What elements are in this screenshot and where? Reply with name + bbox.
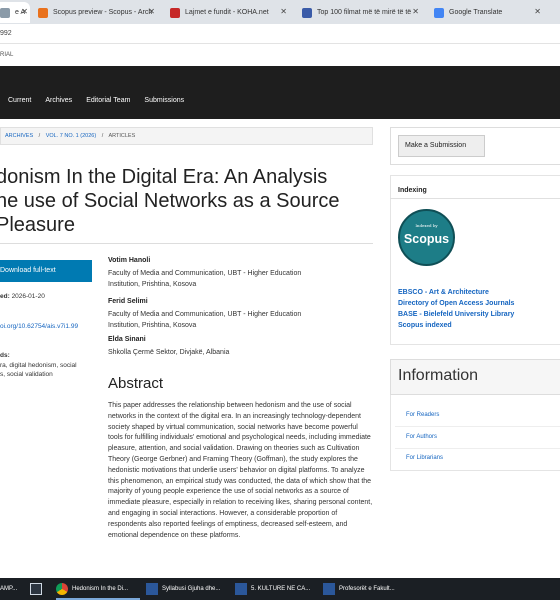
nav-current[interactable]: Current	[8, 97, 31, 104]
primary-nav: Current Archives Editorial Team Submissi…	[8, 97, 198, 104]
affiliation-line: Institution, Prishtina, Kosova	[108, 322, 197, 329]
ojs-icon	[0, 7, 10, 18]
published-date: 2026-01-20	[11, 293, 45, 300]
tab-scopus[interactable]: Scopus preview - Scopus - Arch ✕	[32, 2, 160, 23]
scopus-badge[interactable]: Indexed by Scopus	[398, 209, 455, 266]
word-icon	[323, 583, 335, 595]
breadcrumb: ARCHIVES / VOL. 7 NO. 1 (2026) / ARTICLE…	[0, 127, 373, 145]
imdb-icon	[302, 7, 312, 18]
author-affiliation: Faculty of Media and Communication, UBT …	[108, 268, 368, 290]
info-link-librarians[interactable]: For Librarians	[406, 455, 443, 461]
breadcrumb-separator: /	[38, 133, 41, 139]
tab-translate[interactable]: Google Translate ✕	[428, 2, 546, 23]
breadcrumb-issue[interactable]: VOL. 7 NO. 1 (2026)	[46, 133, 96, 139]
taskbar: AMP... Hedonism In the Di... Syllabusi G…	[0, 578, 560, 600]
taskbar-item-word[interactable]: 5. KULTURE NE CA...	[235, 578, 310, 600]
abstract-heading: Abstract	[108, 375, 164, 392]
title-line: Pleasure	[0, 214, 75, 236]
close-icon[interactable]: ✕	[21, 7, 28, 16]
site-label: RIAL	[0, 52, 14, 58]
taskbar-item[interactable]: AMP...	[0, 578, 17, 600]
information-title: Information	[398, 367, 479, 384]
abstract-text: This paper addresses the relationship be…	[108, 402, 373, 539]
scopus-icon	[38, 7, 48, 18]
index-link-base[interactable]: BASE - Bielefeld University Library	[398, 311, 514, 318]
author-name: Votim Hanoli	[108, 257, 151, 264]
address-text: 992	[0, 30, 12, 37]
tab-koha[interactable]: Lajmet e fundit - KOHA.net ✕	[164, 2, 292, 23]
divider	[390, 198, 560, 199]
breadcrumb-separator: /	[101, 133, 104, 139]
taskbar-label: AMP...	[0, 586, 18, 592]
nav-archives[interactable]: Archives	[45, 97, 72, 104]
author-name: Elda Sinani	[108, 336, 146, 343]
breadcrumb-archives[interactable]: ARCHIVES	[5, 133, 33, 139]
submission-label: Make a Submission	[405, 142, 467, 149]
tab-current[interactable]: e A ✕	[0, 2, 30, 23]
tab-title: Google Translate	[449, 9, 503, 16]
info-link-authors[interactable]: For Authors	[406, 434, 437, 440]
tab-title: Scopus preview - Scopus - Arch	[53, 9, 153, 16]
affiliation-line: Faculty of Media and Communication, UBT …	[108, 270, 302, 277]
index-link-ebsco[interactable]: EBSCO - Art & Architecture	[398, 289, 489, 296]
taskbar-label: Syllabusi Gjuha dhe...	[162, 586, 221, 592]
nav-submissions[interactable]: Submissions	[144, 97, 184, 104]
affiliation-line: Shkolla Çermë Sektor, Divjakë, Albania	[108, 349, 230, 356]
close-icon[interactable]: ✕	[148, 7, 155, 16]
title-line: donism In the Digital Era: An Analysis	[0, 166, 328, 188]
download-label: Download full-text	[0, 267, 56, 274]
taskbar-item-word[interactable]: Profesorët e Fakult...	[323, 578, 395, 600]
affiliation-line: Institution, Prishtina, Kosova	[108, 281, 197, 288]
published-label: ed:	[0, 293, 10, 300]
author-affiliation: Shkolla Çermë Sektor, Divjakë, Albania	[108, 347, 368, 358]
taskbar-item[interactable]	[30, 578, 46, 600]
keywords-line: ra, digital hedonism, social	[0, 361, 77, 369]
taskbar-item-chrome[interactable]: Hedonism In the Di...	[56, 578, 128, 600]
affiliation-line: Faculty of Media and Communication, UBT …	[108, 311, 302, 318]
taskbar-label: Profesorët e Fakult...	[339, 586, 395, 592]
author-name: Ferid Selimi	[108, 298, 148, 305]
taskbar-item-word[interactable]: Syllabusi Gjuha dhe...	[146, 578, 220, 600]
site-navbar	[0, 66, 560, 119]
index-link-scopus[interactable]: Scopus indexed	[398, 322, 452, 329]
download-full-text-button[interactable]: Download full-text	[0, 260, 92, 282]
info-link-readers[interactable]: For Readers	[406, 412, 439, 418]
divider	[395, 448, 560, 449]
close-icon[interactable]: ✕	[412, 7, 419, 16]
author-affiliation: Faculty of Media and Communication, UBT …	[108, 309, 368, 331]
taskbar-label: Hedonism In the Di...	[72, 586, 129, 592]
nav-editorial-team[interactable]: Editorial Team	[86, 97, 130, 104]
make-submission-button[interactable]: Make a Submission	[398, 135, 485, 157]
chrome-icon	[56, 583, 68, 595]
article-title: donism In the Digital Era: An Analysis h…	[0, 165, 376, 237]
keywords-line: s, social validation	[0, 371, 53, 378]
scopus-badge-text: Scopus	[403, 232, 450, 246]
published-row: ed: 2026-01-20	[0, 293, 45, 300]
tab-imdb[interactable]: Top 100 filmat më të mirë të të ✕	[296, 2, 424, 23]
scopus-badge-caption: Indexed by	[415, 223, 438, 228]
word-icon	[235, 583, 247, 595]
calendar-icon	[30, 583, 42, 595]
word-icon	[146, 583, 158, 595]
indexing-title: Indexing	[398, 187, 427, 194]
close-icon[interactable]: ✕	[534, 7, 541, 16]
index-link-doaj[interactable]: Directory of Open Access Journals	[398, 300, 514, 307]
browser-tab-bar: e A ✕ Scopus preview - Scopus - Arch ✕ L…	[0, 0, 560, 24]
doi-link[interactable]: oi.org/10.62754/ais.v7i1.99	[0, 323, 78, 330]
breadcrumb-articles: ARTICLES	[108, 133, 136, 139]
address-bar[interactable]: 992	[0, 24, 560, 44]
taskbar-label: 5. KULTURE NE CA...	[251, 586, 311, 592]
koha-icon	[170, 7, 180, 18]
divider	[395, 426, 560, 427]
title-line: he use of Social Networks as a Source	[0, 190, 340, 212]
tab-title: Top 100 filmat më të mirë të të	[317, 9, 412, 16]
close-icon[interactable]: ✕	[280, 7, 287, 16]
divider	[0, 243, 373, 244]
keywords-label: ds:	[0, 352, 10, 359]
tab-title: Lajmet e fundit - KOHA.net	[185, 9, 269, 16]
translate-icon	[434, 7, 444, 18]
site-header-strip: RIAL	[0, 44, 560, 66]
keywords-block: ds: ra, digital hedonism, social s, soci…	[0, 351, 77, 380]
